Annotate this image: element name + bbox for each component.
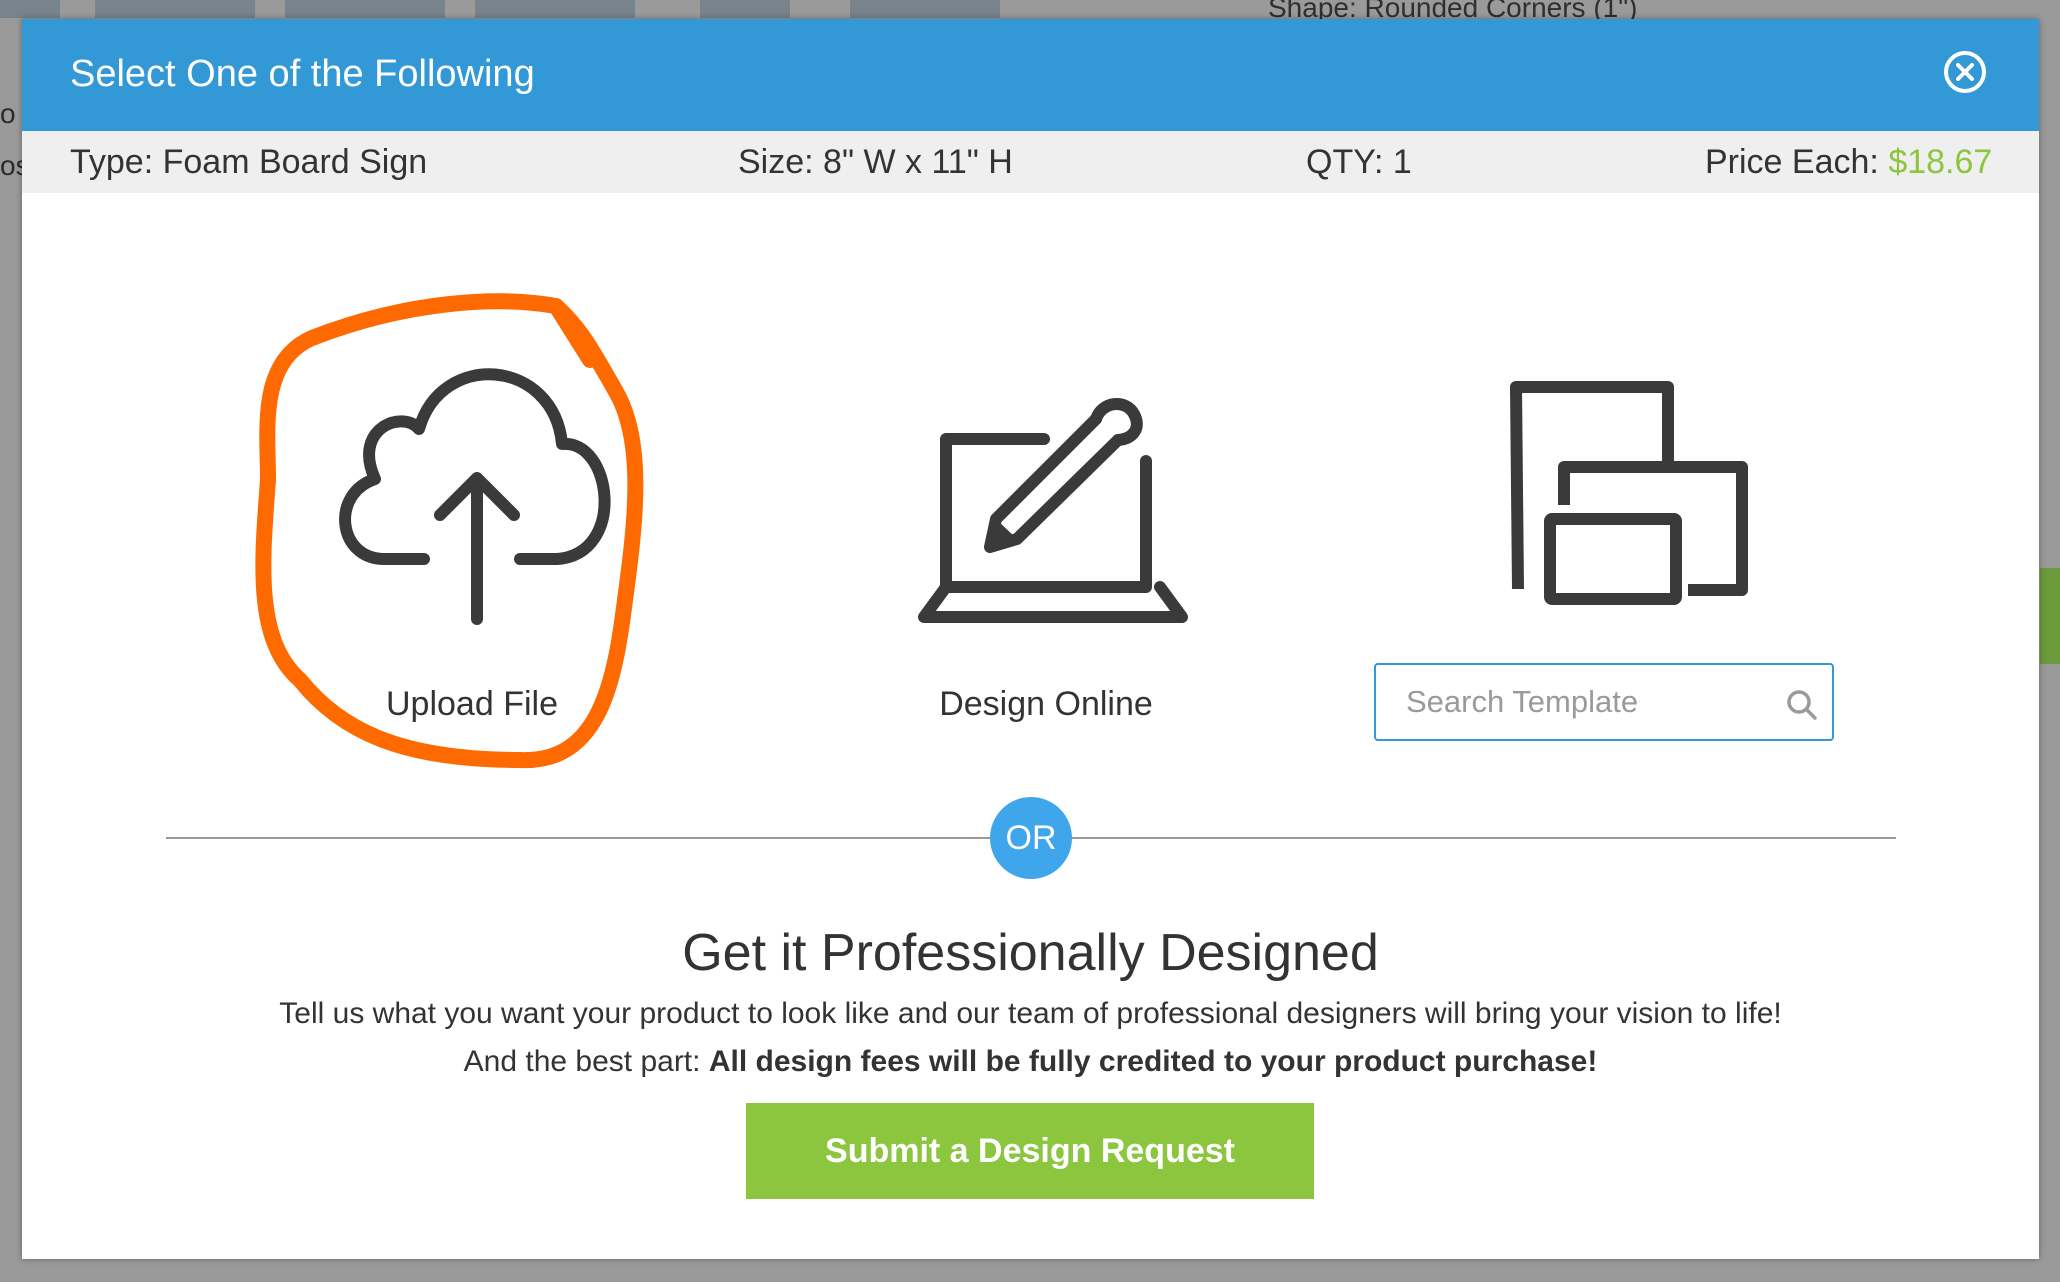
design-fee-note-prefix: And the best part:	[463, 1045, 701, 1078]
price-label: Price Each:	[1705, 143, 1879, 181]
submit-design-request-button[interactable]: Submit a Design Request	[746, 1103, 1314, 1199]
upload-file-label: Upload File	[386, 685, 558, 723]
templates-option[interactable]	[1488, 359, 1748, 629]
thumbnail	[475, 0, 635, 18]
thumbnail	[0, 0, 60, 18]
close-icon	[1956, 63, 1974, 81]
price-value: $18.67	[1888, 143, 1993, 181]
search-template-input[interactable]	[1406, 683, 1766, 721]
search-template-box	[1374, 663, 1834, 741]
search-icon[interactable]	[1786, 689, 1818, 721]
modal-title: Select One of the Following	[70, 53, 535, 95]
thumbnail	[285, 0, 445, 18]
background-green-button	[2040, 568, 2060, 664]
thumbnail	[850, 0, 1000, 18]
cloud-upload-icon	[339, 368, 611, 625]
professional-design-title: Get it Professionally Designed	[682, 924, 1379, 982]
product-size: Size: 8" W x 11" H	[738, 143, 1013, 181]
or-badge: OR	[990, 797, 1072, 879]
design-fee-note: And the best part: All design fees will …	[22, 1045, 2039, 1079]
select-option-modal: Select One of the Following Type: Foam B…	[22, 19, 2039, 1259]
design-online-label: Design Online	[939, 685, 1153, 723]
design-online-option[interactable]: Design Online	[886, 369, 1206, 739]
product-qty: QTY: 1	[1306, 143, 1412, 181]
price-each: Price Each: $18.67	[1705, 143, 1992, 182]
background-text-fragment: o	[0, 98, 16, 129]
product-info-bar: Type: Foam Board Sign Size: 8" W x 11" H…	[22, 131, 2039, 193]
templates-icon	[1510, 381, 1748, 605]
professional-design-description: Tell us what you want your product to lo…	[279, 997, 1782, 1030]
product-type: Type: Foam Board Sign	[70, 143, 428, 181]
laptop-pencil-icon	[918, 398, 1188, 623]
design-fee-note-bold: All design fees will be fully credited t…	[708, 1045, 1598, 1078]
thumbnail	[95, 0, 255, 18]
close-button[interactable]	[1944, 51, 1986, 93]
upload-file-option[interactable]: Upload File	[292, 339, 652, 739]
thumbnail	[700, 0, 790, 18]
background-thumbnails	[0, 0, 1300, 18]
modal-header: Select One of the Following	[22, 19, 2039, 131]
